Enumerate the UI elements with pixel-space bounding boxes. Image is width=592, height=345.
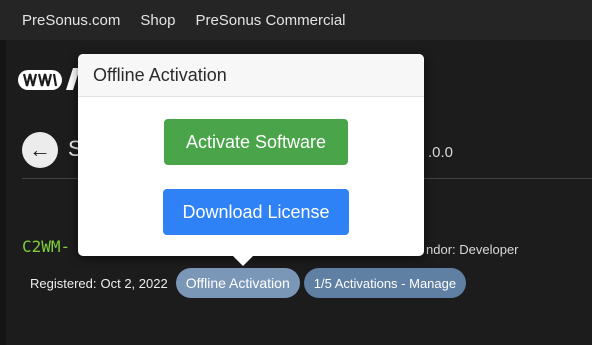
back-button[interactable]: ←: [22, 132, 58, 168]
nav-link-commercial[interactable]: PreSonus Commercial: [195, 12, 345, 29]
product-version: .0.0: [428, 144, 454, 161]
popover-title: Offline Activation: [78, 54, 424, 97]
popover-arrow: [232, 255, 254, 266]
vendor-label: ndor: Developer: [426, 242, 519, 257]
registered-date: Oct 2, 2022: [100, 275, 168, 291]
registered-label: Registered:: [30, 275, 97, 291]
presonus-logo[interactable]: [18, 64, 80, 94]
download-license-button[interactable]: Download License: [163, 189, 349, 235]
arrow-left-icon: ←: [29, 137, 51, 162]
offline-activation-button[interactable]: Offline Activation: [175, 268, 300, 298]
offline-activation-popover: Offline Activation Activate Software Dow…: [78, 54, 424, 266]
registration-row: Registered: Oct 2, 2022 Offline Activati…: [30, 268, 467, 298]
activate-software-button[interactable]: Activate Software: [164, 119, 348, 165]
serial-number: C2WM-: [22, 237, 71, 256]
top-nav: PreSonus.com Shop PreSonus Commercial: [0, 0, 592, 40]
nav-link-shop[interactable]: Shop: [140, 12, 175, 29]
nav-link-presonus[interactable]: PreSonus.com: [22, 12, 120, 29]
manage-activations-button[interactable]: 1/5 Activations - Manage: [303, 268, 467, 298]
